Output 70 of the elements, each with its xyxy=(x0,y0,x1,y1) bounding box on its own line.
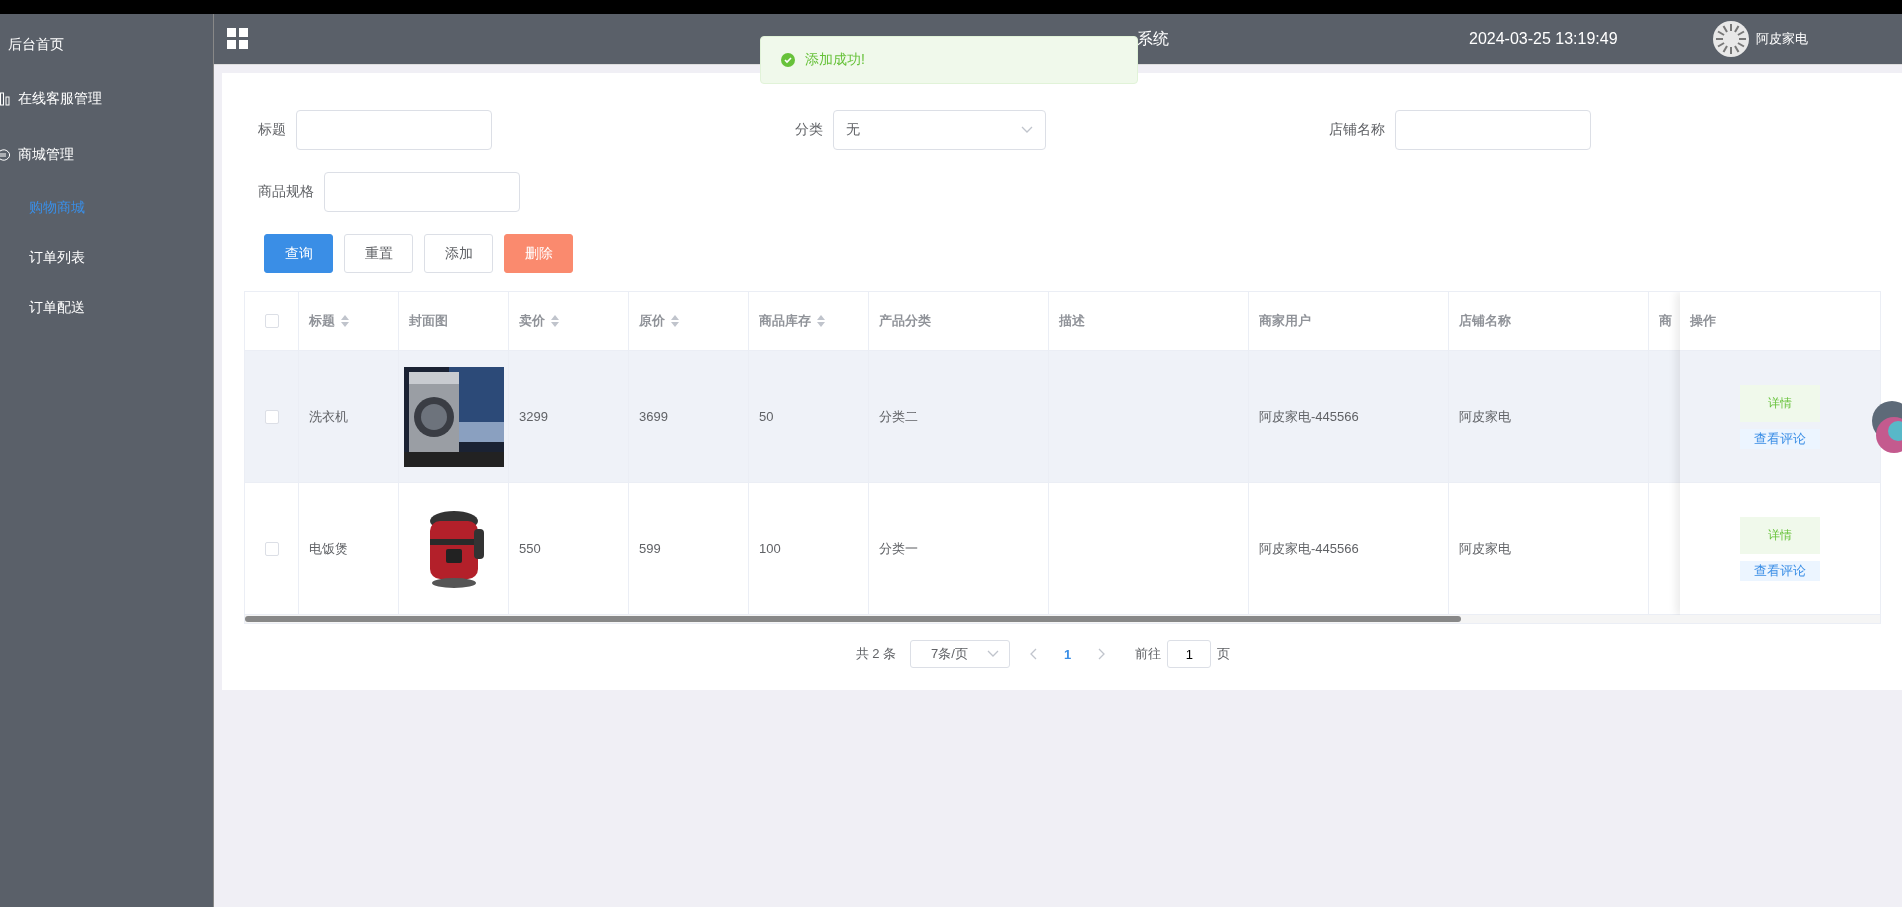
checkbox[interactable] xyxy=(264,314,279,328)
sidebar-subitem[interactable]: 订单配送 xyxy=(0,283,213,333)
column-header: 封面图 xyxy=(409,312,448,330)
check-circle-icon xyxy=(781,53,795,67)
sidebar-item[interactable]: 后台首页 xyxy=(8,29,64,60)
user-name[interactable]: 阿皮家电 xyxy=(1755,30,1808,48)
shop-cell: 阿皮家电 xyxy=(1459,539,1511,558)
filter-input[interactable] xyxy=(324,172,520,212)
app-title: 系统 xyxy=(1136,28,1169,49)
grid-icon[interactable] xyxy=(227,28,249,50)
page-number[interactable]: 1 xyxy=(1064,646,1072,662)
price-cell: 599 xyxy=(639,541,661,556)
action-button[interactable]: 重置 xyxy=(344,234,413,273)
goto-label: 前往 xyxy=(1135,645,1162,663)
price-cell: 550 xyxy=(519,541,541,556)
category-select[interactable]: 无 xyxy=(833,110,1046,150)
filter-label: 标题 xyxy=(258,121,286,139)
checkbox[interactable] xyxy=(264,409,279,424)
datetime-text: 2024-03-25 13:19:49 xyxy=(1469,30,1618,48)
sort-icon[interactable] xyxy=(551,315,559,327)
column-header: 商品库存 xyxy=(759,312,811,330)
chevron-down-icon xyxy=(987,650,1000,658)
toast-message: 添加成功! xyxy=(805,51,865,69)
column-header: 店铺名称 xyxy=(1459,312,1511,330)
column-header: 商家用户 xyxy=(1259,312,1311,330)
title-cell: 电饭煲 xyxy=(309,539,348,558)
column-header: 商 xyxy=(1659,312,1672,330)
sidebar-item[interactable]: 在线客服管理 xyxy=(0,71,213,127)
goto-input[interactable]: 1 xyxy=(1167,640,1212,668)
filter-label: 分类 xyxy=(795,121,823,139)
stock-cell: 100 xyxy=(759,541,781,556)
filter-input[interactable] xyxy=(296,110,492,150)
column-header: 操作 xyxy=(1690,312,1716,330)
checkbox[interactable] xyxy=(264,541,279,556)
price-cell: 3699 xyxy=(639,409,668,424)
bar-chart-icon xyxy=(0,92,12,106)
merchant-cell: 阿皮家电-445566 xyxy=(1259,539,1359,558)
sidebar-item[interactable]: 商城管理 xyxy=(0,127,213,183)
page-size-select[interactable]: 7条/页 xyxy=(910,640,1011,668)
filter-input[interactable] xyxy=(1395,110,1591,150)
action-button[interactable]: 添加 xyxy=(424,234,493,273)
merchant-cell: 阿皮家电-445566 xyxy=(1259,407,1359,426)
column-header: 描述 xyxy=(1059,312,1085,330)
stock-cell: 50 xyxy=(759,409,774,424)
sort-icon[interactable] xyxy=(671,315,679,327)
total-count: 共 2 条 xyxy=(855,645,897,663)
sidebar-subitem[interactable]: 订单列表 xyxy=(0,233,213,283)
title-cell: 洗衣机 xyxy=(309,407,348,426)
column-header: 卖价 xyxy=(519,312,545,330)
page-suffix: 页 xyxy=(1217,645,1231,663)
avatar-icon[interactable] xyxy=(1711,20,1750,58)
category-cell: 分类一 xyxy=(879,539,918,558)
filter-label: 店铺名称 xyxy=(1329,121,1385,139)
column-header: 原价 xyxy=(639,312,665,330)
chevron-down-icon xyxy=(1021,126,1033,134)
shop-cell: 阿皮家电 xyxy=(1459,407,1511,426)
chat-icon xyxy=(0,148,12,162)
scrollbar-thumb[interactable] xyxy=(245,616,1461,622)
search-button[interactable]: 查询 xyxy=(264,234,333,273)
chevron-left-icon[interactable] xyxy=(1030,648,1039,660)
filter-label: 商品规格 xyxy=(258,183,314,201)
sort-icon[interactable] xyxy=(817,315,825,327)
column-header: 标题 xyxy=(309,312,335,330)
comments-button[interactable]: 查看评论 xyxy=(1740,560,1820,581)
sort-icon[interactable] xyxy=(341,315,349,327)
category-cell: 分类二 xyxy=(879,407,918,426)
chevron-right-icon[interactable] xyxy=(1097,648,1106,660)
column-header: 产品分类 xyxy=(879,312,931,330)
price-cell: 3299 xyxy=(519,409,548,424)
comments-button[interactable]: 查看评论 xyxy=(1740,428,1820,449)
